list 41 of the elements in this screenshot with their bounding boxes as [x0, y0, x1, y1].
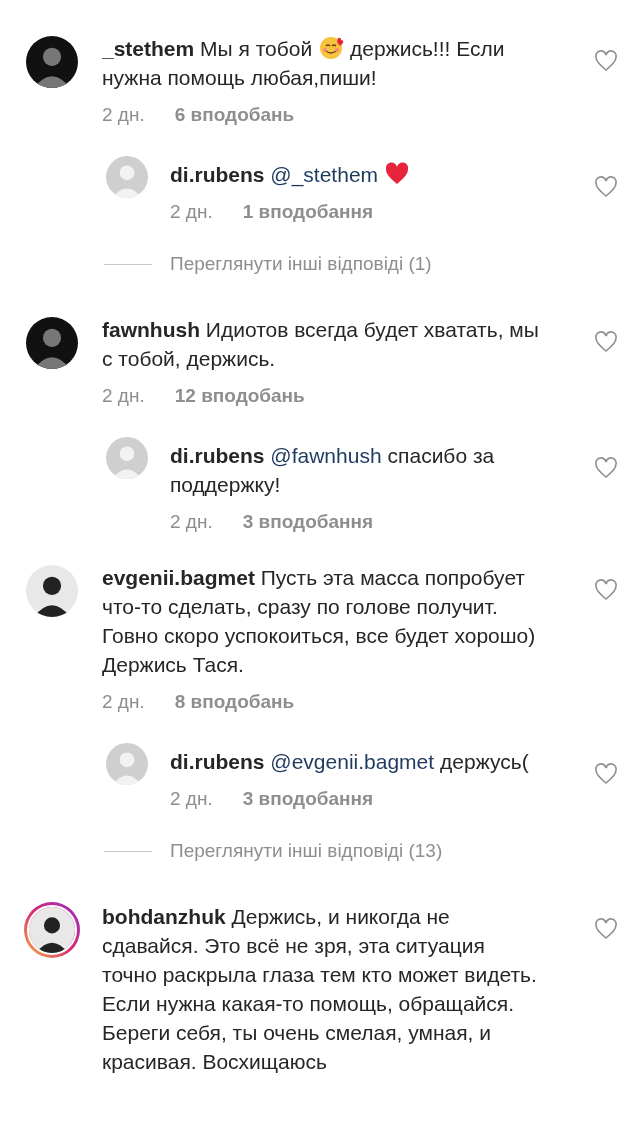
like-button[interactable]	[594, 176, 618, 198]
comment-time: 2 дн.	[102, 691, 145, 713]
comment-time: 2 дн.	[102, 385, 145, 407]
like-button[interactable]	[594, 763, 618, 785]
comment-text: di.rubens @evgenii.bagmet держусь(	[170, 749, 530, 775]
comment-time: 2 дн.	[170, 511, 213, 533]
comment-text: fawnhush Идиотов всегда будет хватать, мы с тобой, держись.	[102, 317, 540, 372]
mention-link[interactable]: @fawnhush	[270, 444, 382, 467]
avatar[interactable]	[27, 905, 77, 955]
like-button[interactable]	[594, 331, 618, 353]
like-button[interactable]	[594, 579, 618, 601]
likes-count[interactable]: 8 вподобань	[174, 691, 295, 713]
like-button[interactable]	[594, 918, 618, 940]
heart-icon	[384, 161, 411, 187]
comment-text: _stethem Мы я тобой держись!!! Если нужна помощь любая,пиши!	[102, 34, 506, 91]
likes-count[interactable]: 3 вподобання	[242, 511, 374, 533]
heart-icon	[594, 457, 618, 479]
heart-icon	[594, 331, 618, 353]
smiling-face-icon	[318, 35, 345, 61]
like-button[interactable]	[594, 457, 618, 479]
heart-icon	[594, 176, 618, 198]
comment-text: evgenii.bagmet Пусть эта масса попробует что-то сделать, сразу по голове получит. Говно скоро успокоиться, все будет хорошо) Держись Тася.	[102, 565, 537, 678]
heart-icon	[594, 763, 618, 785]
comment-text: bohdanzhuk Держись, и никогда не сдавайся. Это всё не зря, эта ситуация точно раскрыла глаза тем кто может видеть. Если нужна какая-то помощь, обращайся. Береги себя, ты очень смелая, умная, и красивая. Восхищаюсь	[102, 904, 538, 1075]
likes-count[interactable]: 6 вподобань	[174, 104, 295, 126]
comment-time: 2 дн.	[170, 201, 213, 223]
likes-count[interactable]: 12 вподобань	[174, 385, 305, 407]
comment-text: di.rubens @fawnhush спасибо за поддержку!	[170, 443, 496, 498]
likes-count[interactable]: 1 вподобання	[242, 201, 374, 223]
heart-icon	[594, 918, 618, 940]
heart-icon	[594, 50, 618, 72]
mention-link[interactable]: @evgenii.bagmet	[270, 750, 435, 773]
likes-count[interactable]: 3 вподобання	[242, 788, 374, 810]
comment-time: 2 дн.	[170, 788, 213, 810]
like-button[interactable]	[594, 50, 618, 72]
view-replies-link[interactable]: Переглянути інші відповіді (13)	[170, 840, 443, 862]
view-replies-link[interactable]: Переглянути інші відповіді (1)	[170, 253, 432, 275]
comment-time: 2 дн.	[102, 104, 145, 126]
mention-link[interactable]: @_stethem	[270, 163, 379, 186]
comment-text: di.rubens @_stethem	[170, 160, 580, 189]
heart-icon	[594, 579, 618, 601]
